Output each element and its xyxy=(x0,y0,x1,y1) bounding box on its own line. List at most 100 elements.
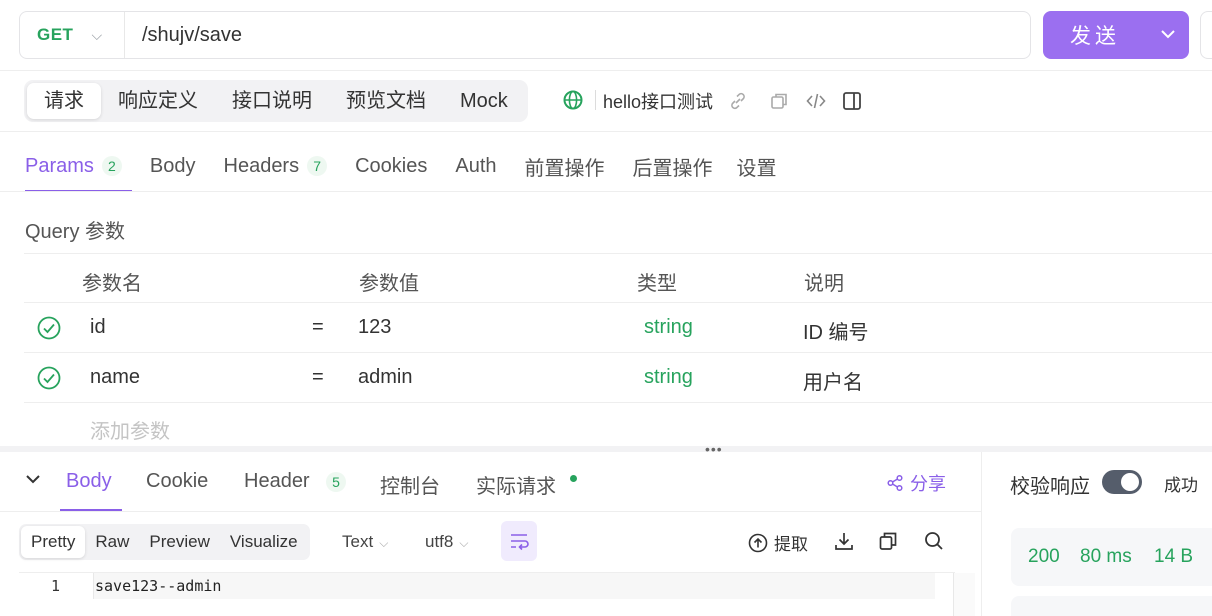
encoding-select[interactable]: utf8 ⌵ xyxy=(425,532,468,552)
copy-icon[interactable] xyxy=(768,90,790,112)
divider xyxy=(0,131,1212,132)
separator xyxy=(595,90,596,110)
tab-mock[interactable]: Mock xyxy=(443,83,525,119)
tab-body[interactable]: Body xyxy=(150,140,196,192)
table-row: name = admin string 用户名 xyxy=(24,353,1212,403)
tab-response-header[interactable]: Header xyxy=(244,470,310,493)
code-icon[interactable] xyxy=(805,90,827,112)
param-description[interactable]: 用户名 xyxy=(803,366,863,395)
view-visualize[interactable]: Visualize xyxy=(220,526,308,558)
tab-settings[interactable]: 设置 xyxy=(737,140,777,192)
response-time: 80 ms xyxy=(1080,546,1132,567)
param-value[interactable]: admin xyxy=(358,366,412,389)
divider xyxy=(0,191,1212,192)
encoding-value: utf8 xyxy=(425,532,454,551)
share-button[interactable]: 分享 xyxy=(886,470,946,496)
copy-icon[interactable] xyxy=(877,530,899,552)
status-code: 200 xyxy=(1028,546,1060,567)
tab-console[interactable]: 控制台 xyxy=(380,470,440,499)
params-count-badge: 2 xyxy=(101,156,122,176)
param-tabs: Params 2 Body Headers 7 Cookies Auth 前置操作 … xyxy=(25,140,805,192)
extract-label: 提取 xyxy=(774,535,808,554)
tab-body-label: Body xyxy=(149,154,196,177)
tab-cookies[interactable]: Cookies xyxy=(355,140,427,192)
send-button[interactable]: 发送 xyxy=(1043,11,1189,59)
headers-count-badge: 7 xyxy=(307,156,328,176)
assertion-panel xyxy=(1011,596,1212,616)
send-label: 发送 xyxy=(1070,25,1120,48)
tab-response-definition[interactable]: 响应定义 xyxy=(101,83,215,119)
url-bar: GET ⌵ /shujv/save xyxy=(19,11,1031,59)
save-button[interactable] xyxy=(1200,11,1212,59)
tab-response-body[interactable]: Body xyxy=(66,470,112,493)
vertical-scrollbar[interactable] xyxy=(953,573,975,616)
param-type[interactable]: string xyxy=(644,316,693,339)
column-header-name: 参数名 xyxy=(82,273,142,295)
send-dropdown-chevron-icon[interactable] xyxy=(1147,26,1189,44)
word-wrap-button[interactable] xyxy=(501,521,537,561)
link-icon[interactable] xyxy=(727,90,749,112)
tab-settings-label: 设置 xyxy=(736,157,777,180)
param-type[interactable]: string xyxy=(644,366,693,389)
view-raw[interactable]: Raw xyxy=(85,526,139,558)
tab-pre-operations-label: 前置操作 xyxy=(524,157,605,180)
response-size: 14 B xyxy=(1154,546,1194,567)
tab-response-cookie[interactable]: Cookie xyxy=(146,470,208,493)
table-row: id = 123 string ID 编号 xyxy=(24,303,1212,353)
chevron-down-icon[interactable] xyxy=(24,470,42,488)
chevron-down-icon: ⌵ xyxy=(91,26,103,43)
param-value[interactable]: 123 xyxy=(358,316,391,339)
tab-post-operations[interactable]: 后置操作 xyxy=(633,140,713,192)
tab-api-description[interactable]: 接口说明 xyxy=(215,83,329,119)
tab-params[interactable]: Params 2 xyxy=(25,140,132,192)
share-icon xyxy=(887,474,903,492)
download-icon[interactable] xyxy=(833,530,855,552)
column-header-description: 说明 xyxy=(804,273,844,295)
tab-headers[interactable]: Headers 7 xyxy=(224,140,328,192)
check-circle-icon[interactable] xyxy=(37,366,61,390)
tab-post-operations-label: 后置操作 xyxy=(632,157,713,180)
tab-pre-operations[interactable]: 前置操作 xyxy=(525,140,605,192)
search-icon[interactable] xyxy=(923,530,945,552)
response-header-count-badge: 5 xyxy=(326,472,346,492)
param-description[interactable]: ID 编号 xyxy=(803,316,869,345)
response-body-text[interactable]: save123--admin xyxy=(95,577,221,595)
check-circle-icon[interactable] xyxy=(37,316,61,340)
tab-auth[interactable]: Auth xyxy=(455,140,496,192)
url-input[interactable]: /shujv/save xyxy=(125,24,242,47)
share-label: 分享 xyxy=(910,474,946,494)
success-status-label[interactable]: 成功 xyxy=(1164,471,1198,496)
verify-response-toggle[interactable] xyxy=(1102,470,1142,494)
request-tabs: 请求 响应定义 接口说明 预览文档 Mock xyxy=(24,80,528,122)
sidebar-toggle-icon[interactable] xyxy=(841,90,863,112)
tab-auth-label: Auth xyxy=(455,154,497,177)
column-header-value: 参数值 xyxy=(359,273,419,295)
status-dot xyxy=(570,475,577,482)
view-pretty[interactable]: Pretty xyxy=(21,526,86,558)
tab-actual-request[interactable]: 实际请求 xyxy=(476,470,556,499)
query-params-title: Query 参数 xyxy=(25,221,126,243)
tab-headers-label: Headers xyxy=(223,154,300,177)
method-select[interactable]: GET ⌵ xyxy=(20,12,125,58)
param-name[interactable]: id xyxy=(90,316,106,339)
response-tabs: Body Cookie Header 5 控制台 实际请求 xyxy=(0,452,980,512)
param-name[interactable]: name xyxy=(90,366,140,389)
tab-preview-doc[interactable]: 预览文档 xyxy=(329,83,443,119)
divider xyxy=(0,70,1212,71)
column-header-type: 类型 xyxy=(637,273,677,295)
wrap-icon xyxy=(511,534,529,551)
tab-params-label: Params xyxy=(25,154,94,177)
tab-request[interactable]: 请求 xyxy=(27,83,101,119)
upload-circle-icon xyxy=(748,533,768,552)
equals-sign: = xyxy=(312,366,324,388)
response-body-editor[interactable]: 1 save123--admin xyxy=(19,572,975,616)
add-param-input[interactable]: 添加参数 xyxy=(90,415,170,444)
table-header: 参数名 参数值 类型 说明 xyxy=(24,253,1212,303)
globe-icon[interactable] xyxy=(563,90,583,110)
format-select[interactable]: Text ⌵ xyxy=(342,532,388,552)
api-name[interactable]: hello接口测试 xyxy=(603,88,713,114)
extract-button[interactable]: 提取 xyxy=(748,530,808,555)
view-preview[interactable]: Preview xyxy=(139,526,219,558)
method-label: GET xyxy=(37,25,74,44)
line-number: 1 xyxy=(51,577,61,595)
